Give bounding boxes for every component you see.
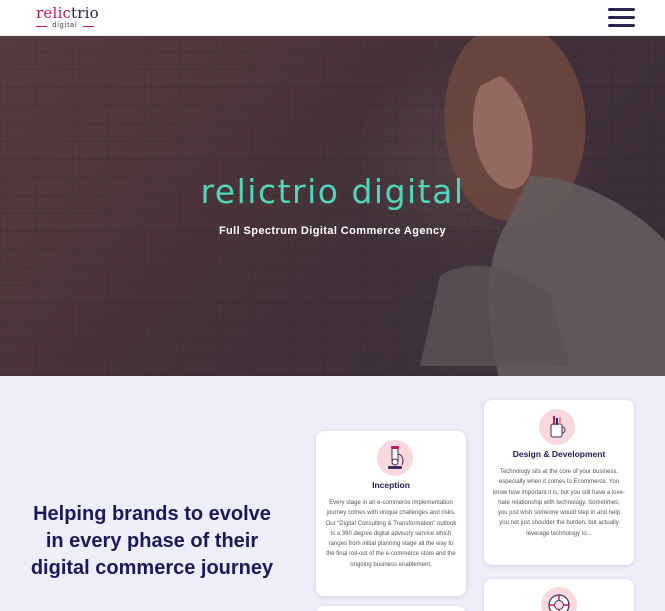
logo-subtitle: digital	[36, 22, 94, 30]
logo-word-part1: relic	[36, 4, 72, 22]
lifebuoy-icon	[541, 587, 577, 611]
card-title: Design & Development	[512, 449, 606, 459]
service-card-stub[interactable]	[316, 606, 466, 611]
card-title: Inception	[372, 480, 410, 490]
pencil-cup-icon	[539, 409, 575, 445]
services-section: Helping brands to evolve in every phase …	[0, 376, 665, 611]
site-header: relictrio digital	[0, 0, 665, 36]
service-card-third[interactable]	[484, 579, 634, 611]
microscope-icon	[377, 440, 413, 476]
service-card-inception[interactable]: Inception Every stage in an e-commerce i…	[316, 431, 466, 596]
section-heading: Helping brands to evolve in every phase …	[30, 503, 274, 579]
hamburger-menu-icon[interactable]	[608, 6, 635, 28]
hero-banner: relictrio digital Full Spectrum Digital …	[0, 36, 665, 376]
card-description: Every stage in an e-commerce implementat…	[325, 500, 457, 568]
logo-word-part2: trio	[71, 4, 99, 22]
service-card-design-development[interactable]: Design & Development Technology sits at …	[484, 400, 634, 565]
logo-wordmark: relictrio	[36, 4, 99, 22]
card-description: Technology sits at the core of your busi…	[493, 469, 625, 537]
relictrio-logo[interactable]: relictrio digital	[36, 4, 99, 30]
hero-title: relictrio digital	[200, 172, 465, 211]
hero-subtitle: Full Spectrum Digital Commerce Agency	[218, 225, 447, 237]
